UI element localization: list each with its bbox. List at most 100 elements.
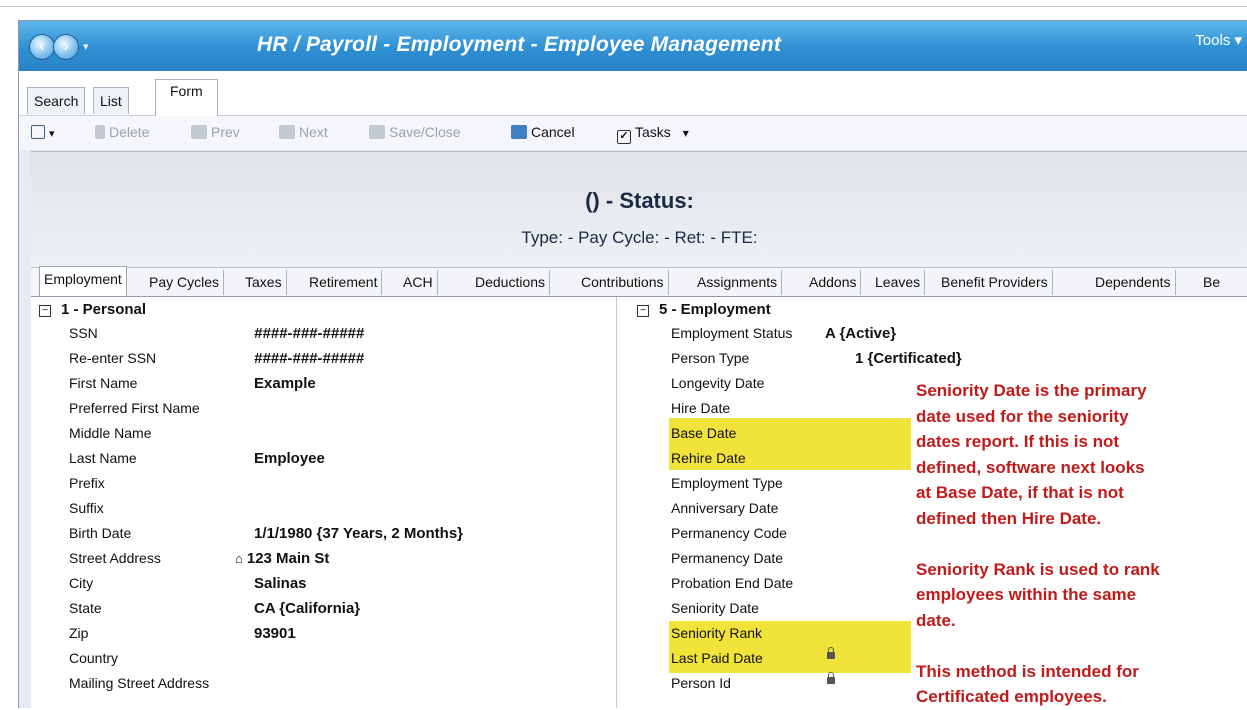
field-label: Anniversary Date <box>671 500 779 516</box>
field-street-address: Street Address ⌂ 123 Main St <box>39 547 616 571</box>
field-label: Person Id <box>671 675 731 691</box>
tab-form[interactable]: Form <box>155 79 218 116</box>
next-button[interactable]: Next <box>279 124 328 140</box>
field-state: State CA {California} <box>39 597 616 621</box>
annotation-line: dates report. If this is not <box>916 432 1120 451</box>
tab-leaves[interactable]: Leaves <box>871 270 926 295</box>
page-top-rule <box>0 6 1247 7</box>
field-label: Middle Name <box>69 425 152 441</box>
personal-section: −1 - Personal SSN ####-###-##### Re-enter… <box>39 297 617 708</box>
magnifier-icon <box>31 125 45 139</box>
tab-ach[interactable]: ACH <box>399 270 438 295</box>
field-value[interactable]: Employee <box>254 450 325 467</box>
field-label: Rehire Date <box>671 450 746 466</box>
save-close-button[interactable]: Save/Close <box>369 124 461 140</box>
employment-section-header[interactable]: −5 - Employment <box>637 301 771 318</box>
field-label: Permanency Code <box>671 525 787 541</box>
field-value: 123 Main St <box>246 550 330 567</box>
field-zip: Zip 93901 <box>39 622 616 646</box>
prev-button[interactable]: Prev <box>191 124 240 140</box>
personal-section-title: 1 - Personal <box>61 301 147 318</box>
field-label: Base Date <box>671 425 737 441</box>
tab-list[interactable]: List <box>93 87 129 114</box>
tab-addons[interactable]: Addons <box>805 270 862 295</box>
lock-icon <box>827 672 835 684</box>
annotation-line: at Base Date, if that is not <box>916 483 1124 502</box>
field-label: First Name <box>69 375 138 391</box>
trash-icon <box>95 125 105 139</box>
prev-label: Prev <box>211 124 240 140</box>
field-value[interactable]: CA {California} <box>254 600 360 617</box>
tab-pay-cycles[interactable]: Pay Cycles <box>145 270 225 295</box>
tab-contributions[interactable]: Contributions <box>577 270 669 295</box>
tasks-dropdown-icon[interactable]: ▾ <box>683 126 689 140</box>
tab-dependents[interactable]: Dependents <box>1091 270 1176 295</box>
navigation-buttons: ‹ › ▾ <box>29 34 109 60</box>
status-subtitle: Type: - Pay Cycle: - Ret: - FTE: <box>521 228 758 247</box>
field-label: Person Type <box>671 350 750 366</box>
annotation-line: Seniority Date is the primary <box>916 381 1147 400</box>
collapse-icon[interactable]: − <box>637 305 649 317</box>
record-header: () - Status: Type: - Pay Cycle: - Ret: -… <box>31 151 1247 268</box>
field-label: Longevity Date <box>671 375 765 391</box>
nav-history-dropdown-icon[interactable]: ▾ <box>83 40 89 53</box>
field-value[interactable]: 1/1/1980 {37 Years, 2 Months} <box>254 525 463 542</box>
field-label: Preferred First Name <box>69 400 200 416</box>
find-button[interactable]: ▾ <box>31 124 55 140</box>
tab-benefits-truncated[interactable]: Be <box>1199 270 1224 295</box>
annotation-line: date used for the seniority <box>916 406 1129 426</box>
cancel-button[interactable]: Cancel <box>511 124 575 140</box>
delete-button[interactable]: Delete <box>95 124 149 140</box>
field-label: Probation End Date <box>671 575 794 591</box>
field-label: SSN <box>69 325 98 341</box>
field-reenter-ssn: Re-enter SSN ####-###-##### <box>39 347 616 371</box>
field-label: Birth Date <box>69 525 132 541</box>
field-label: Employment Type <box>671 475 783 491</box>
find-dropdown-icon[interactable]: ▾ <box>49 128 55 140</box>
field-value-wrapper[interactable]: ⌂ 123 Main St <box>235 550 329 567</box>
employment-section-title: 5 - Employment <box>659 301 771 318</box>
field-label: Last Paid Date <box>671 650 763 666</box>
field-label: Prefix <box>69 475 105 491</box>
annotation-line: employees within the same <box>916 585 1137 604</box>
window-title: HR / Payroll - Employment - Employee Man… <box>257 33 782 56</box>
tab-assignments[interactable]: Assignments <box>693 270 783 295</box>
forward-arrow-icon[interactable]: › <box>53 34 79 60</box>
personal-section-header[interactable]: −1 - Personal <box>39 301 146 318</box>
field-label: Re-enter SSN <box>69 350 157 366</box>
status-title: () - Status: <box>585 188 694 213</box>
field-first-name: First Name Example <box>39 372 616 396</box>
tab-employment[interactable]: Employment <box>39 266 127 297</box>
tab-retirement[interactable]: Retirement <box>305 270 383 295</box>
record-toolbar: ▾ Delete Prev Next Save/Close Cancel ✓ Ta… <box>19 115 1247 150</box>
home-icon: ⌂ <box>235 551 243 566</box>
tab-search[interactable]: Search <box>27 87 86 114</box>
tasks-label: Tasks <box>635 124 671 140</box>
checkbox-icon: ✓ <box>617 130 631 144</box>
field-preferred-first-name: Preferred First Name <box>39 397 616 421</box>
field-mailing-street-address: Mailing Street Address <box>39 672 616 696</box>
field-value[interactable]: A {Active} <box>825 325 896 342</box>
back-arrow-icon[interactable]: ‹ <box>29 34 55 60</box>
collapse-icon[interactable]: − <box>39 305 51 317</box>
field-value[interactable]: ####-###-##### <box>254 350 364 367</box>
view-tabs: Search List Form <box>19 71 1247 116</box>
tab-benefit-providers[interactable]: Benefit Providers <box>937 270 1053 295</box>
annotation-line: defined then Hire Date. <box>916 508 1102 528</box>
field-value[interactable]: 1 {Certificated} <box>855 350 962 367</box>
field-value[interactable]: ####-###-##### <box>254 325 364 342</box>
cancel-label: Cancel <box>531 124 575 140</box>
field-person-type: Person Type 1 {Certificated} <box>637 347 1247 371</box>
field-value[interactable]: Salinas <box>254 575 307 592</box>
tasks-button[interactable]: ✓ Tasks ▾ <box>617 124 689 144</box>
field-label: Seniority Rank <box>671 625 763 641</box>
tab-taxes[interactable]: Taxes <box>241 270 287 295</box>
field-label: Country <box>69 650 119 666</box>
field-value[interactable]: Example <box>254 375 316 392</box>
field-label: State <box>69 600 102 616</box>
tab-deductions[interactable]: Deductions <box>471 270 551 295</box>
field-ssn: SSN ####-###-##### <box>39 322 616 346</box>
field-country: Country <box>39 647 616 671</box>
tools-menu[interactable]: Tools ▾ <box>1195 31 1242 49</box>
field-value[interactable]: 93901 <box>254 625 296 642</box>
